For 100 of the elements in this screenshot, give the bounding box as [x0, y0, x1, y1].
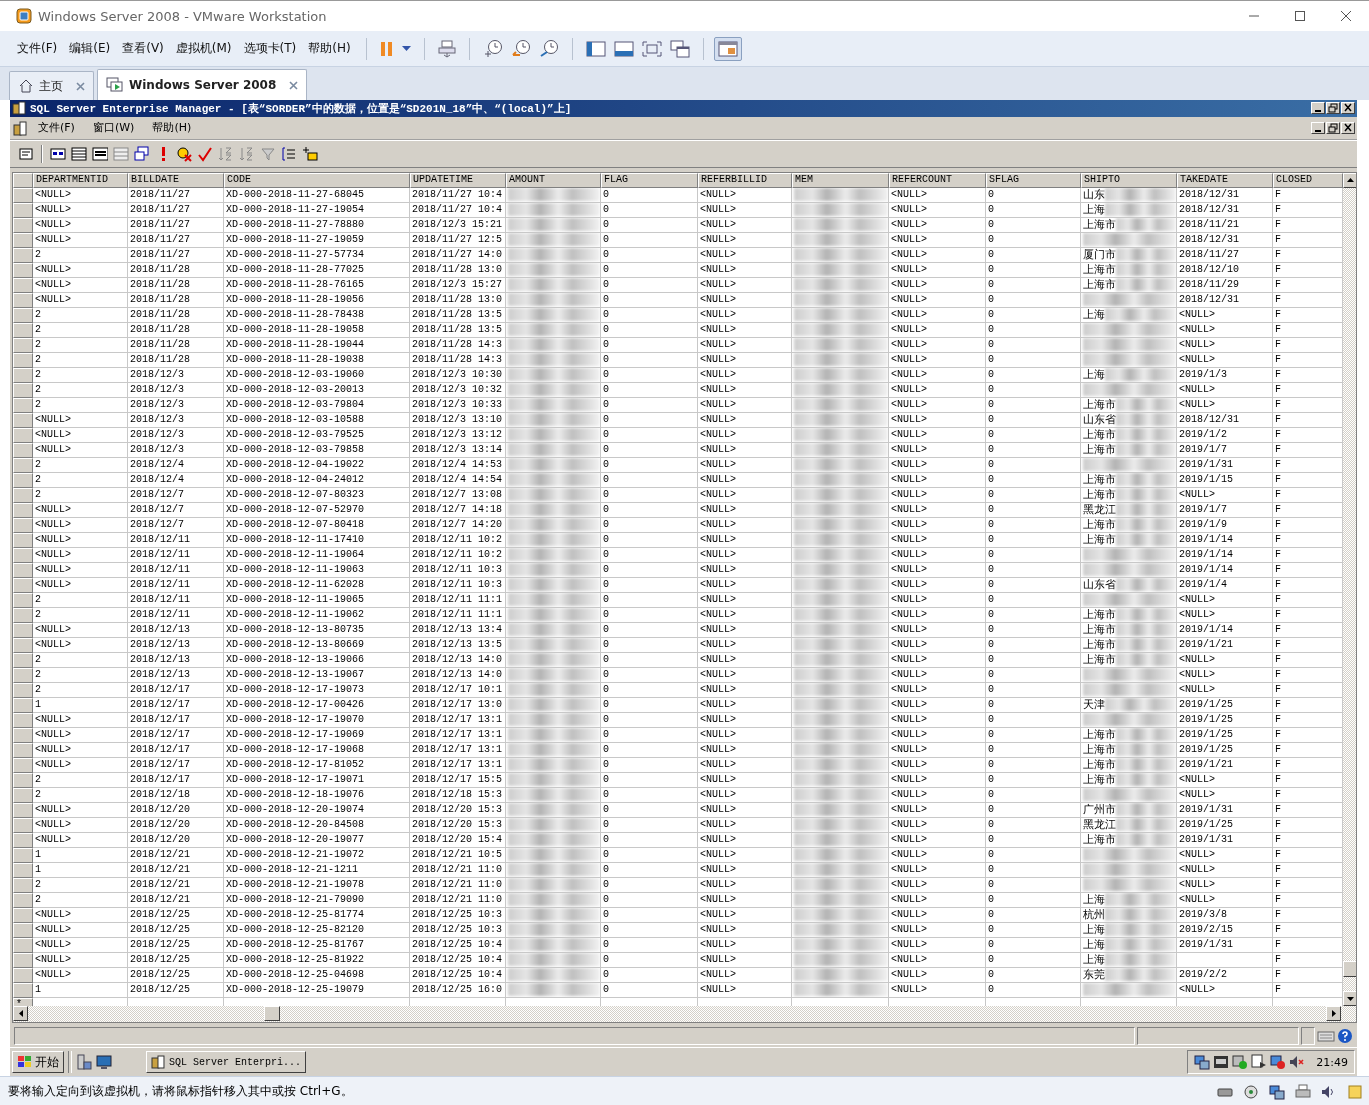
- sort-descending-icon[interactable]: [239, 145, 255, 162]
- menu-item[interactable]: 编辑(E): [64, 37, 116, 60]
- scroll-up-button[interactable]: [1343, 172, 1356, 188]
- menu-item[interactable]: 选项卡(T): [238, 37, 302, 60]
- window-switch-icon[interactable]: [669, 39, 690, 58]
- network-adapter-icon[interactable]: [1269, 1083, 1285, 1100]
- sql-pane-icon[interactable]: [92, 145, 108, 162]
- table-cell: 0: [986, 622, 1081, 638]
- sidebar-view-icon[interactable]: [585, 40, 606, 57]
- table-cell: <NULL>: [698, 787, 792, 803]
- diagram-pane-icon[interactable]: [50, 145, 66, 162]
- verify-sql-icon[interactable]: [197, 145, 213, 162]
- restore-button[interactable]: [1326, 102, 1340, 115]
- column-header[interactable]: FLAG: [601, 172, 698, 188]
- scroll-thumb[interactable]: [1343, 961, 1356, 978]
- corner-header[interactable]: [13, 172, 33, 188]
- disc-icon[interactable]: [1243, 1083, 1259, 1100]
- scroll-left-button[interactable]: [13, 1006, 28, 1022]
- column-header[interactable]: DEPARTMENTID: [33, 172, 128, 188]
- scroll-down-button[interactable]: [1343, 991, 1356, 1007]
- column-header[interactable]: SHIPTO: [1081, 172, 1177, 188]
- close-button[interactable]: [1341, 102, 1355, 115]
- column-header[interactable]: BILLDATE: [128, 172, 224, 188]
- app-title: SQL Server Enterprise Manager - [表“SORDER”中的数据，位置是“SD201N_18”中、“(local)”上]: [30, 101, 573, 116]
- table-cell: <NULL>: [1177, 592, 1273, 608]
- menu-item[interactable]: 文件(F): [30, 118, 83, 138]
- scroll-thumb[interactable]: [264, 1006, 280, 1022]
- clock-plus-icon[interactable]: [482, 38, 503, 59]
- table-cell: <NULL>: [33, 217, 128, 233]
- table-cell: XD-000-2018-12-13-80669: [224, 637, 410, 653]
- printer-icon[interactable]: [1295, 1083, 1311, 1100]
- network-error-icon[interactable]: [1270, 1054, 1287, 1071]
- column-header[interactable]: UPDATETIME: [410, 172, 506, 188]
- column-header[interactable]: CODE: [224, 172, 410, 188]
- menu-item[interactable]: 虚拟机(M): [170, 37, 237, 60]
- results-pane-icon[interactable]: [113, 145, 129, 162]
- table-cell: 2018/12/25 10:3: [410, 922, 506, 938]
- add-table-icon[interactable]: [302, 145, 318, 162]
- start-button[interactable]: 开始: [12, 1051, 64, 1074]
- table-cell: 0: [986, 757, 1081, 773]
- table-cell: 2018/11/28: [128, 307, 224, 323]
- grid-pane-icon[interactable]: [71, 145, 87, 162]
- column-header[interactable]: AMOUNT: [506, 172, 601, 188]
- table-cell: XD-000-2018-12-17-19068: [224, 742, 410, 758]
- tab[interactable]: 主页: [9, 71, 94, 100]
- scroll-right-button[interactable]: [1326, 1006, 1341, 1022]
- table-cell: 2018/12/3 15:27: [410, 277, 506, 293]
- caret-icon[interactable]: [401, 45, 411, 52]
- redacted-mosaic: [1105, 368, 1176, 382]
- note-icon[interactable]: [1347, 1083, 1363, 1100]
- table-cell: 2018/12/17 13:1: [410, 742, 506, 758]
- restore-button[interactable]: [1326, 121, 1340, 134]
- table-cell: <NULL>: [698, 757, 792, 773]
- taskbar-button[interactable]: SQL Server Enterpri...: [146, 1051, 306, 1074]
- table-cell: 2018/12/17 13:1: [410, 727, 506, 743]
- desktop-icon[interactable]: [96, 1054, 112, 1071]
- properties-icon[interactable]: [18, 145, 34, 162]
- column-header[interactable]: MEM: [792, 172, 889, 188]
- fullscreen-icon[interactable]: [641, 40, 662, 57]
- close-button[interactable]: [1341, 121, 1355, 134]
- column-header[interactable]: TAKEDATE: [1177, 172, 1273, 188]
- remove-filter-icon[interactable]: [260, 145, 276, 162]
- column-header[interactable]: REFERCOUNT: [889, 172, 986, 188]
- computer-stack-icon[interactable]: [437, 39, 456, 58]
- table-cell: 0: [986, 307, 1081, 323]
- table-cell: <NULL>: [889, 847, 986, 863]
- table-cell: 0: [986, 952, 1081, 968]
- column-header[interactable]: SFLAG: [986, 172, 1081, 188]
- group-by-icon[interactable]: [281, 145, 297, 162]
- column-header[interactable]: REFERBILLID: [698, 172, 792, 188]
- cell-text: 上海市: [1083, 427, 1116, 442]
- minimize-button[interactable]: [1311, 102, 1325, 115]
- sort-ascending-icon[interactable]: [218, 145, 234, 162]
- minimize-button[interactable]: [1311, 121, 1325, 134]
- tab[interactable]: Windows Server 2008: [97, 69, 308, 100]
- menu-item[interactable]: 帮助(H): [144, 118, 200, 138]
- close-icon[interactable]: [1340, 10, 1352, 22]
- library-view-icon[interactable]: [717, 40, 738, 57]
- table-cell: 2018/12/25: [128, 967, 224, 983]
- table-cell: 0: [601, 937, 698, 953]
- close-icon[interactable]: [289, 80, 299, 90]
- cancel-query-icon[interactable]: [176, 145, 192, 162]
- menu-item[interactable]: 文件(F): [12, 37, 63, 60]
- cell-text: 上海市: [1083, 472, 1116, 487]
- menu-item[interactable]: 窗口(W): [84, 118, 143, 138]
- table-cell: 0: [601, 697, 698, 713]
- pause-icon[interactable]: [379, 40, 394, 57]
- menu-item[interactable]: 帮助(H): [303, 37, 356, 60]
- redacted-mosaic: [1105, 203, 1176, 217]
- redacted-mosaic: [1116, 428, 1176, 442]
- table-cell: 2019/1/31: [1177, 937, 1273, 953]
- maximize-icon[interactable]: [1294, 10, 1306, 22]
- console-view-icon[interactable]: [613, 40, 634, 57]
- redacted-mosaic: [1105, 908, 1176, 922]
- menu-item[interactable]: 查看(V): [117, 37, 169, 60]
- column-header[interactable]: CLOSED: [1273, 172, 1343, 188]
- clock-back-icon[interactable]: [510, 38, 531, 59]
- table-cell: <NULL>: [698, 907, 792, 923]
- network-icon[interactable]: [1194, 1054, 1211, 1071]
- table-cell: <NULL>: [33, 232, 128, 248]
